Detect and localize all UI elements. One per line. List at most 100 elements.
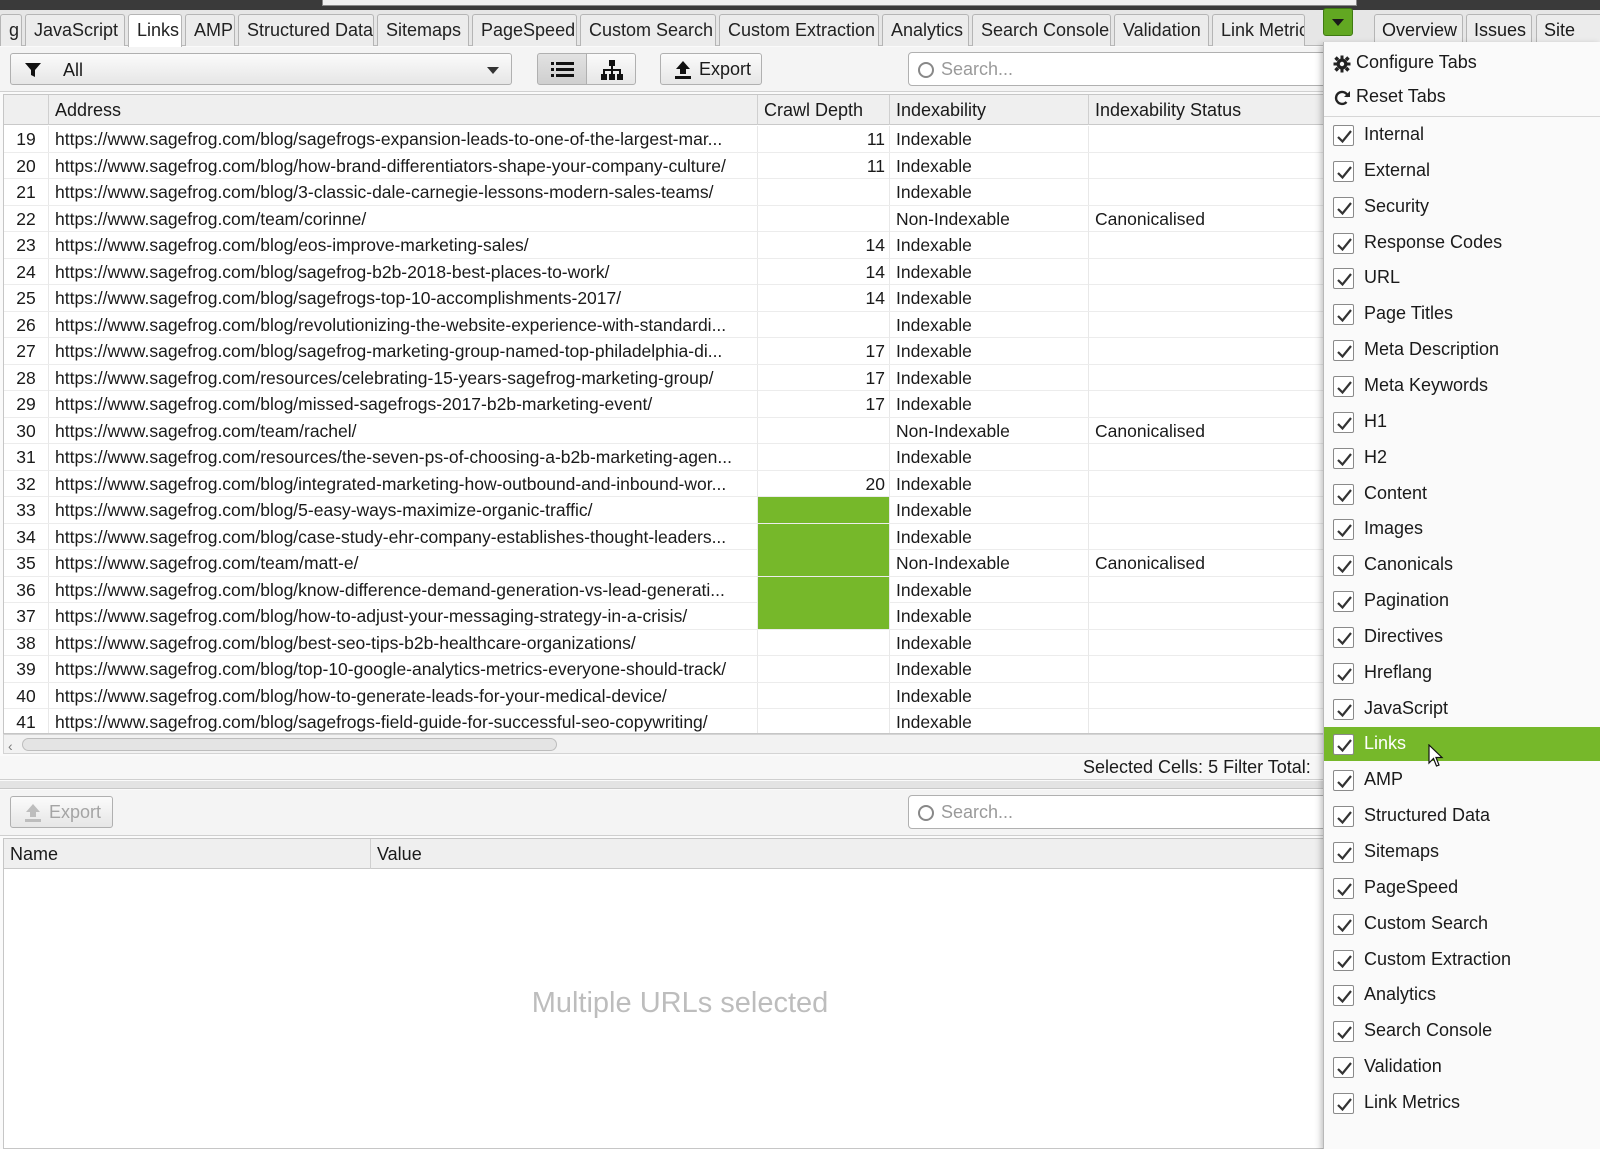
indexability-status-cell[interactable] xyxy=(1089,259,1324,285)
checkbox-checked-icon[interactable] xyxy=(1333,770,1354,792)
crawl-depth-cell[interactable] xyxy=(758,576,890,603)
indexability-cell[interactable]: Indexable xyxy=(890,152,1089,179)
table-row[interactable]: 35 https://www.sagefrog.com/team/matt-e/N… xyxy=(4,550,1324,577)
address-cell[interactable]: https://www.sagefrog.com/blog/how-to-adj… xyxy=(49,603,758,629)
menu-item-hreflang[interactable]: Hreflang xyxy=(1324,656,1600,690)
address-cell[interactable]: https://www.sagefrog.com/blog/know-diffe… xyxy=(49,576,758,603)
menu-item-page-titles[interactable]: Page Titles xyxy=(1324,297,1600,331)
address-cell[interactable]: https://www.sagefrog.com/blog/missed-sag… xyxy=(49,391,758,417)
column-header-address[interactable]: Address xyxy=(49,95,758,125)
row-number-cell[interactable]: 29 xyxy=(4,391,49,417)
indexability-status-cell[interactable] xyxy=(1089,683,1324,709)
address-cell[interactable]: https://www.sagefrog.com/resources/celeb… xyxy=(49,364,758,391)
table-row[interactable]: 26 https://www.sagefrog.com/blog/revoluti… xyxy=(4,311,1324,338)
row-number-cell[interactable]: 31 xyxy=(4,444,49,470)
indexability-cell[interactable]: Non-Indexable xyxy=(890,550,1089,576)
menu-item-h2[interactable]: H2 xyxy=(1324,441,1600,475)
crawl-depth-cell[interactable]: 17 xyxy=(758,338,890,364)
crawl-depth-cell[interactable] xyxy=(758,179,890,205)
crawl-depth-cell[interactable] xyxy=(758,682,890,709)
menu-item-h1[interactable]: H1 xyxy=(1324,405,1600,439)
indexability-status-cell[interactable]: Canonicalised xyxy=(1089,550,1324,576)
indexability-status-cell[interactable]: Canonicalised xyxy=(1089,418,1324,444)
row-number-cell[interactable]: 23 xyxy=(4,232,49,258)
table-row[interactable]: 29 https://www.sagefrog.com/blog/missed-s… xyxy=(4,391,1324,418)
indexability-cell[interactable]: Indexable xyxy=(890,629,1089,656)
crawl-depth-cell[interactable]: 17 xyxy=(758,391,890,417)
tab-link-metric[interactable]: Link Metric xyxy=(1212,14,1305,46)
menu-item-reset-tabs[interactable]: Reset Tabs xyxy=(1324,80,1600,114)
checkbox-checked-icon[interactable] xyxy=(1333,626,1354,648)
detail-search-input[interactable]: Search... xyxy=(908,795,1328,829)
indexability-cell[interactable]: Indexable xyxy=(890,126,1089,152)
row-number-cell[interactable]: 36 xyxy=(4,576,49,603)
indexability-status-cell[interactable] xyxy=(1089,153,1324,179)
row-number-cell[interactable]: 37 xyxy=(4,603,49,629)
menu-item-amp[interactable]: AMP xyxy=(1324,763,1600,797)
address-cell[interactable]: https://www.sagefrog.com/blog/sagefrog-m… xyxy=(49,338,758,364)
column-header-crawl-depth[interactable]: Crawl Depth xyxy=(758,95,890,125)
row-number-cell[interactable]: 30 xyxy=(4,417,49,444)
address-cell[interactable]: https://www.sagefrog.com/team/matt-e/ xyxy=(49,550,758,576)
tab-list-dropdown-button[interactable] xyxy=(1323,8,1353,36)
checkbox-checked-icon[interactable] xyxy=(1333,1092,1354,1114)
column-header-indexability[interactable]: Indexability xyxy=(890,95,1089,125)
address-cell[interactable]: https://www.sagefrog.com/blog/best-seo-t… xyxy=(49,629,758,656)
row-number-cell[interactable]: 27 xyxy=(4,338,49,364)
menu-item-canonicals[interactable]: Canonicals xyxy=(1324,548,1600,582)
indexability-cell[interactable]: Indexable xyxy=(890,338,1089,364)
row-number-cell[interactable]: 32 xyxy=(4,470,49,497)
indexability-status-cell[interactable] xyxy=(1089,444,1324,470)
crawl-depth-cell[interactable] xyxy=(758,709,890,733)
indexability-cell[interactable]: Indexable xyxy=(890,523,1089,550)
crawl-depth-cell[interactable] xyxy=(758,523,890,550)
row-number-cell[interactable]: 38 xyxy=(4,629,49,656)
tab-sitemaps[interactable]: Sitemaps xyxy=(377,14,469,46)
crawl-depth-cell[interactable] xyxy=(758,311,890,338)
checkbox-checked-icon[interactable] xyxy=(1333,125,1354,146)
checkbox-checked-icon[interactable] xyxy=(1333,411,1354,433)
row-number-cell[interactable]: 20 xyxy=(4,152,49,179)
pane-splitter[interactable] xyxy=(0,781,1325,789)
detail-export-button[interactable]: Export xyxy=(10,796,113,828)
menu-item-response-codes[interactable]: Response Codes xyxy=(1324,226,1600,260)
row-number-cell[interactable]: 26 xyxy=(4,311,49,338)
row-number-cell[interactable]: 34 xyxy=(4,523,49,550)
column-header-value[interactable]: Value xyxy=(371,839,1326,869)
address-cell[interactable]: https://www.sagefrog.com/blog/revolution… xyxy=(49,311,758,338)
checkbox-checked-icon[interactable] xyxy=(1333,662,1354,684)
row-number-cell[interactable]: 28 xyxy=(4,364,49,391)
row-number-cell[interactable]: 33 xyxy=(4,497,49,523)
indexability-cell[interactable]: Indexable xyxy=(890,258,1089,285)
indexability-cell[interactable]: Indexable xyxy=(890,444,1089,470)
indexability-cell[interactable]: Indexable xyxy=(890,576,1089,603)
table-row[interactable]: 28 https://www.sagefrog.com/resources/cel… xyxy=(4,364,1324,391)
address-cell[interactable]: https://www.sagefrog.com/blog/sagefrogs-… xyxy=(49,285,758,311)
crawl-depth-cell[interactable] xyxy=(758,656,890,682)
indexability-cell[interactable]: Non-Indexable xyxy=(890,417,1089,444)
address-cell[interactable]: https://www.sagefrog.com/blog/eos-improv… xyxy=(49,232,758,258)
table-row[interactable]: 38 https://www.sagefrog.com/blog/best-seo… xyxy=(4,629,1324,656)
menu-item-links[interactable]: Links xyxy=(1324,727,1600,762)
menu-item-structured-data[interactable]: Structured Data xyxy=(1324,799,1600,833)
crawl-depth-cell[interactable] xyxy=(758,205,890,232)
table-row[interactable]: 39 https://www.sagefrog.com/blog/top-10-g… xyxy=(4,656,1324,683)
menu-item-internal[interactable]: Internal xyxy=(1324,118,1600,152)
indexability-status-cell[interactable] xyxy=(1089,391,1324,417)
indexability-status-cell[interactable] xyxy=(1089,285,1324,311)
menu-item-configure-tabs[interactable]: Configure Tabs xyxy=(1324,46,1600,80)
table-row[interactable]: 27 https://www.sagefrog.com/blog/sagefrog… xyxy=(4,338,1324,365)
tab-structured-data[interactable]: Structured Data xyxy=(238,14,374,46)
crawl-depth-cell[interactable] xyxy=(758,603,890,629)
checkbox-checked-icon[interactable] xyxy=(1333,913,1354,935)
address-cell[interactable]: https://www.sagefrog.com/blog/how-brand-… xyxy=(49,152,758,179)
checkbox-checked-icon[interactable] xyxy=(1333,806,1354,828)
checkbox-checked-icon[interactable] xyxy=(1333,591,1354,613)
row-number-cell[interactable]: 41 xyxy=(4,709,49,733)
menu-item-custom-extraction[interactable]: Custom Extraction xyxy=(1324,943,1600,977)
table-row[interactable]: 20 https://www.sagefrog.com/blog/how-bran… xyxy=(4,152,1324,179)
address-cell[interactable]: https://www.sagefrog.com/blog/sagefrogs-… xyxy=(49,709,758,733)
table-row[interactable]: 32 https://www.sagefrog.com/blog/integrat… xyxy=(4,470,1324,497)
table-row[interactable]: 31 https://www.sagefrog.com/resources/the… xyxy=(4,444,1324,471)
checkbox-checked-icon[interactable] xyxy=(1333,483,1354,505)
